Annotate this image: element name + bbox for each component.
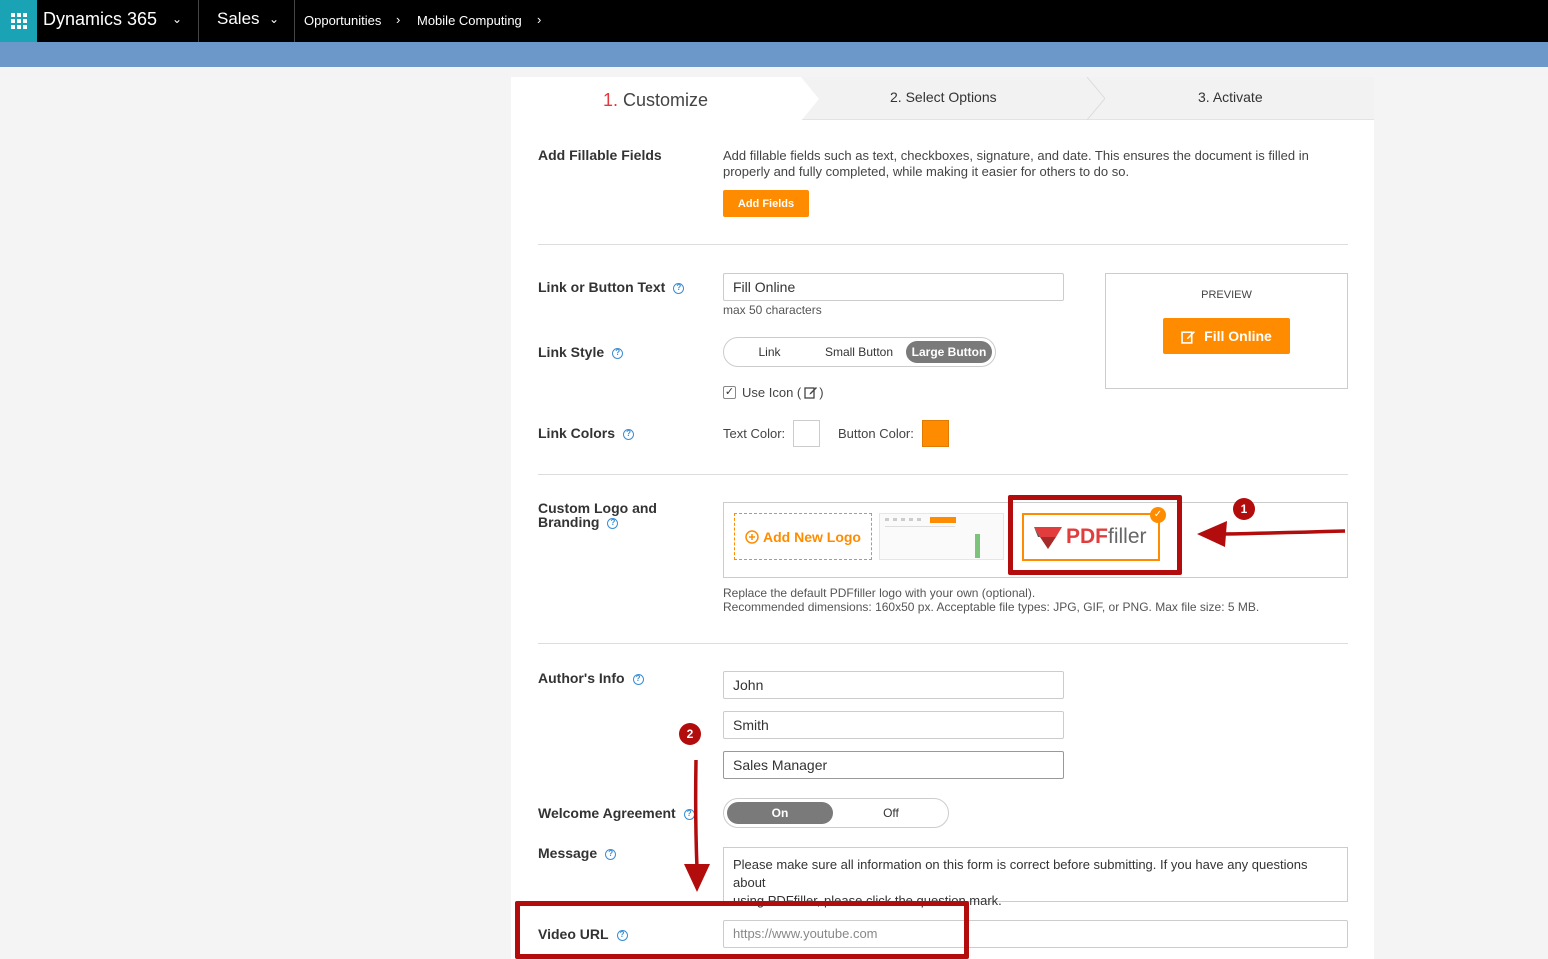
annotation-arrow-down-icon (684, 759, 710, 892)
step-activate[interactable]: 3. Activate (1198, 89, 1263, 105)
annotation-highlight-video-url (515, 901, 969, 959)
section-divider (538, 643, 1348, 644)
nav-divider (198, 0, 199, 42)
top-nav-bar: Dynamics 365 ⌄ Sales ⌄ Opportunities › M… (0, 0, 1548, 42)
help-icon[interactable]: ? (623, 428, 635, 440)
help-icon[interactable]: ? (605, 848, 617, 860)
link-text-hint: max 50 characters (723, 303, 822, 317)
link-style-option-small-button[interactable]: Small Button (816, 341, 902, 363)
help-icon[interactable]: ? (673, 282, 685, 294)
step-select-options[interactable]: 2. Select Options (890, 89, 997, 105)
screenshot-thumbnail-icon (885, 517, 980, 558)
brand-chevron-down-icon[interactable]: ⌄ (172, 12, 182, 26)
brand-title[interactable]: Dynamics 365 (43, 9, 157, 30)
preview-fill-online-button[interactable]: Fill Online (1163, 318, 1290, 354)
branding-label-line1: Custom Logo and (538, 500, 657, 516)
welcome-off-option[interactable]: Off (838, 802, 944, 824)
message-line1: Please make sure all information on this… (733, 857, 1308, 890)
add-new-logo-button[interactable]: Add New Logo (734, 513, 872, 560)
annotation-highlight-logo (1008, 495, 1182, 575)
link-style-label-text: Link Style (538, 344, 605, 360)
link-style-label: Link Style? (538, 344, 624, 360)
welcome-agreement-label: Welcome Agreement? (538, 805, 695, 821)
link-text-label: Link or Button Text? (538, 279, 685, 295)
message-label-text: Message (538, 845, 598, 861)
use-icon-label-text: Use Icon ( (742, 385, 802, 400)
add-fields-button[interactable]: Add Fields (723, 190, 809, 217)
preview-title: PREVIEW (1201, 289, 1252, 301)
link-style-option-large-button[interactable]: Large Button (906, 341, 992, 363)
welcome-on-option[interactable]: On (727, 802, 833, 824)
welcome-agreement-label-text: Welcome Agreement (538, 805, 676, 821)
preview-button-label: Fill Online (1204, 328, 1272, 344)
help-icon[interactable]: ? (607, 517, 619, 529)
wizard-steps: 1. Customize 2. Select Options 3. Activa… (511, 77, 1374, 121)
step-label: Customize (623, 90, 709, 110)
message-label: Message? (538, 845, 617, 861)
author-info-label: Author's Info? (538, 670, 644, 686)
breadcrumb-mobile-computing[interactable]: Mobile Computing (417, 13, 522, 28)
breadcrumb-chevron-icon: › (396, 12, 401, 27)
app-launcher-icon[interactable] (0, 0, 37, 42)
step-number: 2. (890, 89, 902, 105)
fillable-desc-line1: Add fillable fields such as text, checkb… (723, 148, 1309, 163)
branding-label-line2: Branding (538, 514, 600, 530)
text-color-swatch[interactable] (793, 420, 820, 447)
link-style-segmented: Link Small Button Large Button (723, 337, 996, 367)
app-title[interactable]: Sales (217, 9, 260, 29)
branding-hint-line2: Recommended dimensions: 160x50 px. Accep… (723, 600, 1260, 614)
fillable-desc-line2: properly and fully completed, while maki… (723, 164, 1130, 179)
link-style-option-link[interactable]: Link (727, 341, 812, 363)
annotation-arrow-left-icon (1197, 521, 1346, 547)
nav-divider (294, 0, 295, 42)
step-number: 1. (603, 90, 619, 110)
step-label: Select Options (905, 89, 997, 105)
button-color-swatch[interactable] (922, 420, 949, 447)
author-title-input[interactable]: Sales Manager (723, 751, 1064, 779)
use-icon-label: Use Icon () (742, 385, 824, 400)
link-colors-label: Link Colors? (538, 425, 635, 441)
edit-icon (1181, 330, 1196, 344)
breadcrumb-opportunities[interactable]: Opportunities (304, 13, 381, 28)
help-icon[interactable]: ? (632, 673, 644, 685)
author-info-label-text: Author's Info (538, 670, 625, 686)
button-color-label: Button Color: (838, 426, 914, 441)
welcome-agreement-toggle: On Off (723, 798, 949, 828)
use-icon-checkbox[interactable]: ✓ (723, 386, 736, 399)
help-icon[interactable]: ? (612, 347, 624, 359)
link-text-input[interactable]: Fill Online (723, 273, 1064, 301)
text-color-label: Text Color: (723, 426, 786, 441)
use-icon-close: ) (819, 385, 824, 400)
app-chevron-down-icon[interactable]: ⌄ (269, 12, 279, 26)
command-bar (0, 42, 1548, 67)
plus-circle-icon (745, 529, 759, 544)
preview-box: PREVIEW Fill Online (1105, 273, 1348, 389)
add-new-logo-label: Add New Logo (763, 528, 861, 545)
section-divider (538, 474, 1348, 475)
step-customize[interactable]: 1. Customize (511, 77, 819, 121)
branding-hint-line1: Replace the default PDFfiller logo with … (723, 586, 1036, 600)
message-textarea[interactable]: Please make sure all information on this… (723, 847, 1348, 908)
step-number: 3. (1198, 89, 1210, 105)
fillable-fields-label: Add Fillable Fields (538, 147, 662, 163)
breadcrumb-chevron-icon[interactable]: › (537, 12, 541, 27)
link-text-label-text: Link or Button Text (538, 279, 666, 295)
author-last-name-input[interactable]: Smith (723, 711, 1064, 739)
annotation-badge-2: 2 (679, 723, 701, 745)
author-first-name-input[interactable]: John (723, 671, 1064, 699)
edit-icon (804, 387, 818, 399)
step-divider-chevron (1087, 77, 1105, 120)
step-label: Activate (1212, 89, 1263, 105)
section-divider (538, 244, 1348, 245)
branding-label: Custom Logo and Branding? (538, 501, 657, 529)
logo-thumbnail[interactable] (879, 513, 1004, 560)
link-colors-label-text: Link Colors (538, 425, 616, 441)
